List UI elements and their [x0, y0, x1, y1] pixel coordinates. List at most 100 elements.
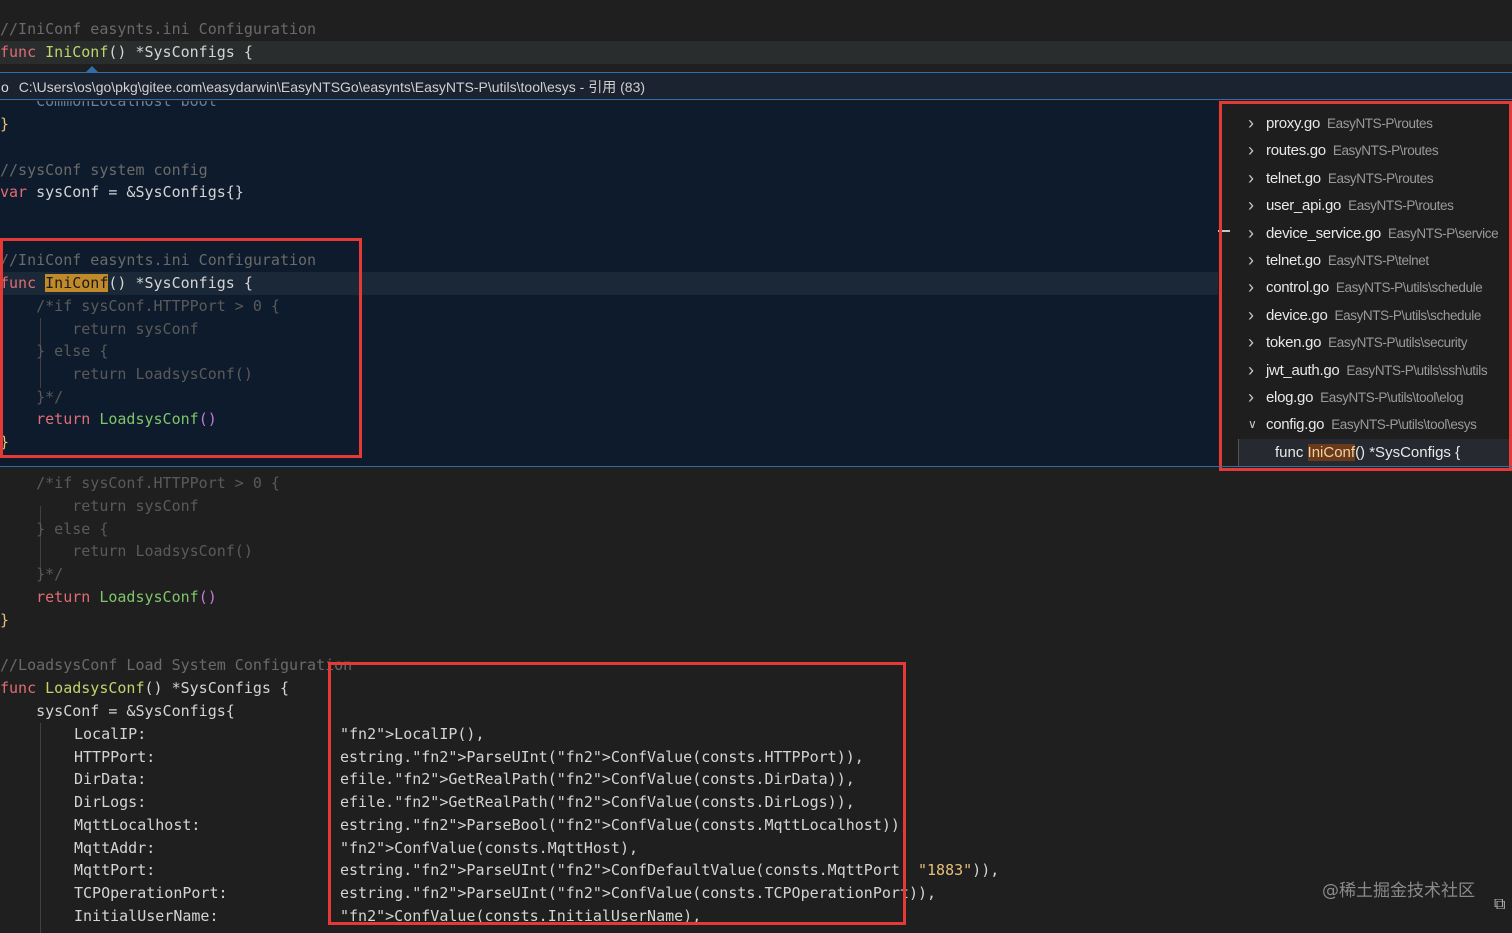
code-line: return LoadsysConf(): [0, 408, 217, 431]
chevron-right-icon[interactable]: ›: [1248, 357, 1254, 384]
function-name: LoadsysConf: [45, 679, 145, 697]
peek-path[interactable]: C:\Users\os\go\pkg\gitee.com\easydarwin\…: [19, 79, 645, 95]
struct-field-value: efile."fn2">GetRealPath("fn2">ConfValue(…: [340, 793, 855, 812]
struct-field-name: DirLogs:: [74, 793, 147, 812]
code-comment: return LoadsysConf(): [0, 542, 253, 560]
code-line: }: [0, 611, 10, 629]
chevron-right-icon[interactable]: ›: [1248, 137, 1254, 164]
struct-field-name: InitialUserName:: [74, 906, 219, 925]
reference-file-name: proxy.go: [1266, 115, 1321, 132]
chevron-right-icon[interactable]: ›: [1248, 192, 1254, 219]
reference-file-name: jwt_auth.go: [1266, 361, 1340, 379]
code-comment: //IniConf easynts.ini Configuration: [0, 20, 317, 38]
code-text: sysConf = &SysConfigs{}: [27, 183, 244, 201]
reference-file-item[interactable]: › user_api.go EasyNTS-P\routes: [1218, 192, 1512, 219]
chevron-right-icon[interactable]: ›: [1248, 110, 1254, 137]
reference-file-name: routes.go: [1266, 142, 1326, 160]
peek-references-list[interactable]: › proxy.go EasyNTS-P\routes › routes.go EasyN…: [1218, 101, 1512, 466]
peek-editor[interactable]: CommonLocalHost bool } //sysConf system …: [0, 101, 1218, 466]
function-name-highlighted: IniConf: [45, 274, 109, 292]
screenshot-icon[interactable]: ⧉: [1494, 894, 1505, 914]
signature: () *SysConfigs {: [108, 43, 253, 61]
code-line: var sysConf = &SysConfigs{}: [0, 181, 244, 204]
chevron-right-icon[interactable]: ›: [1248, 384, 1254, 411]
reference-file-path: EasyNTS-P\routes: [1327, 170, 1434, 186]
reference-file-item[interactable]: › proxy.go EasyNTS-P\routes: [1218, 110, 1512, 137]
code-comment: return sysConf: [0, 320, 199, 338]
struct-field-value: "fn2">ConfValue(consts.MqttHost),: [340, 838, 639, 857]
paren: (): [198, 588, 217, 606]
reference-file-item[interactable]: › telnet.go EasyNTS-P\routes: [1218, 165, 1512, 192]
reference-file-name: user_api.go: [1266, 197, 1342, 215]
code-comment: }*/: [0, 388, 64, 406]
chevron-right-icon[interactable]: ›: [1248, 302, 1254, 329]
chevron-right-icon[interactable]: ›: [1248, 247, 1254, 274]
reference-file-path: EasyNTS-P\routes: [1332, 143, 1439, 159]
code-line: func LoadsysConf() *SysConfigs {: [0, 677, 289, 700]
peek-prefix: o: [1, 79, 9, 95]
struct-field-value: estring."fn2">ParseBool("fn2">ConfValue(…: [340, 815, 909, 834]
struct-field-name: MqttLocalhost:: [74, 815, 201, 834]
reference-file-item[interactable]: › device_service.go EasyNTS-P\service: [1218, 220, 1512, 247]
chevron-right-icon[interactable]: ›: [1248, 220, 1254, 247]
keyword: var: [0, 183, 28, 201]
sticky-func-line[interactable]: func IniConf() *SysConfigs {: [0, 41, 1512, 64]
match-highlight: IniConf: [1307, 443, 1356, 461]
match-suffix: () *SysConfigs {: [1355, 443, 1461, 461]
code-comment: return LoadsysConf(): [0, 365, 253, 383]
keyword: func: [0, 679, 37, 697]
reference-file-path: EasyNTS-P\utils\tool\esys: [1331, 417, 1477, 433]
reference-file-path: EasyNTS-P\utils\tool\elog: [1320, 390, 1464, 405]
watermark: @稀土掘金技术社区: [1322, 881, 1475, 901]
signature: () *SysConfigs {: [108, 274, 253, 292]
reference-file-item[interactable]: › control.go EasyNTS-P\utils\schedule: [1218, 274, 1512, 301]
struct-field-name: DirData:: [74, 770, 147, 789]
struct-field-name: MqttPort:: [74, 861, 156, 880]
code-line: sysConf = &SysConfigs{: [0, 702, 235, 720]
keyword: func: [0, 43, 37, 61]
reference-file-path: EasyNTS-P\utils\schedule: [1334, 307, 1482, 323]
chevron-right-icon[interactable]: ›: [1248, 274, 1254, 301]
tree-guide: [1238, 438, 1239, 466]
reference-file-path: EasyNTS-P\routes: [1348, 198, 1454, 214]
indent-guide: [40, 723, 41, 933]
reference-file-item[interactable]: › device.go EasyNTS-P\utils\schedule: [1218, 302, 1512, 329]
reference-file-path: EasyNTS-P\routes: [1327, 116, 1433, 131]
reference-file-name: token.go: [1266, 334, 1322, 352]
reference-file-name: config.go: [1266, 416, 1325, 434]
code-line-current[interactable]: func IniConf() *SysConfigs {: [0, 272, 1218, 295]
chevron-right-icon[interactable]: ›: [1248, 165, 1254, 192]
code-line: }: [0, 115, 10, 133]
code-comment: /*if sysConf.HTTPPort > 0 {: [0, 297, 280, 315]
main-editor[interactable]: /*if sysConf.HTTPPort > 0 { return sysCo…: [0, 472, 1512, 933]
struct-field-value: "fn2">ConfValue(consts.InitialUserName),: [340, 906, 702, 925]
reference-file-item[interactable]: ∨ config.go EasyNTS-P\utils\tool\esys: [1218, 411, 1512, 438]
reference-file-item[interactable]: › elog.go EasyNTS-P\utils\tool\elog: [1218, 384, 1512, 411]
peek-view-header[interactable]: o C:\Users\os\go\pkg\gitee.com\easydarwi…: [0, 72, 1512, 100]
reference-match-item[interactable]: func IniConf() *SysConfigs {: [1238, 438, 1512, 466]
reference-file-name: elog.go: [1266, 389, 1314, 406]
struct-field-value: estring."fn2">ParseUInt("fn2">ConfDefaul…: [340, 861, 1000, 880]
code-comment: }*/: [0, 565, 64, 583]
reference-file-path: EasyNTS-P\telnet: [1327, 253, 1429, 268]
reference-file-item[interactable]: › telnet.go EasyNTS-P\telnet: [1218, 247, 1512, 274]
struct-field-value: efile."fn2">GetRealPath("fn2">ConfValue(…: [340, 770, 855, 789]
code-comment: /*if sysConf.HTTPPort > 0 {: [0, 474, 280, 492]
reference-file-path: EasyNTS-P\service: [1387, 225, 1499, 241]
reference-file-name: telnet.go: [1266, 252, 1321, 269]
code-comment: return sysConf: [0, 497, 199, 515]
struct-field-name: TCPOperationPort:: [74, 883, 228, 902]
code-line: }: [0, 433, 10, 451]
reference-file-name: telnet.go: [1266, 169, 1321, 187]
keyword: func: [0, 274, 37, 292]
reference-file-path: EasyNTS-P\utils\schedule: [1335, 280, 1483, 296]
function-call: LoadsysConf: [99, 588, 199, 606]
paren: (): [198, 410, 217, 428]
struct-field-name: HTTPPort:: [74, 747, 156, 766]
chevron-down-icon[interactable]: ∨: [1248, 411, 1257, 438]
reference-file-item[interactable]: › jwt_auth.go EasyNTS-P\utils\ssh\utils: [1218, 357, 1512, 384]
reference-file-item[interactable]: › routes.go EasyNTS-P\routes: [1218, 137, 1512, 164]
struct-field-value: estring."fn2">ParseUInt("fn2">ConfValue(…: [340, 883, 937, 902]
chevron-right-icon[interactable]: ›: [1248, 329, 1254, 356]
reference-file-item[interactable]: › token.go EasyNTS-P\utils\security: [1218, 329, 1512, 356]
